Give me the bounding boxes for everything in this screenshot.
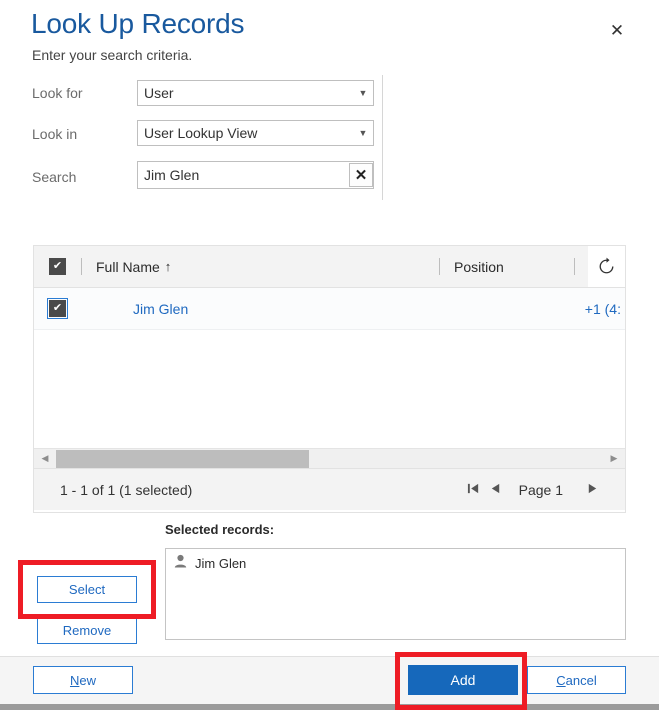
close-icon[interactable]: ✕ <box>605 18 629 42</box>
page-number-label: Page 1 <box>518 481 563 498</box>
select-all-checkbox[interactable]: ✔ <box>49 258 66 275</box>
window-bottom-strip <box>0 704 659 710</box>
new-button-accel: N <box>69 672 80 688</box>
column-header-position[interactable]: Position <box>439 258 574 275</box>
look-for-label: Look for <box>32 85 83 101</box>
page-title: Look Up Records <box>31 8 245 39</box>
chevron-down-icon: ▼ <box>358 87 368 98</box>
pagination-controls: Page 1 <box>463 482 603 498</box>
horizontal-scrollbar[interactable]: ◀ ▶ <box>34 448 625 468</box>
refresh-icon[interactable] <box>588 246 625 287</box>
remove-button[interactable]: Remove <box>37 617 137 644</box>
scroll-right-icon[interactable]: ▶ <box>603 454 625 463</box>
scrollbar-track[interactable] <box>56 449 603 469</box>
previous-page-icon[interactable] <box>485 482 507 497</box>
pagination-bar: 1 - 1 of 1 (1 selected) Page 1 <box>34 468 625 510</box>
select-all-cell: ✔ <box>34 258 81 275</box>
sort-ascending-icon: ↑ <box>164 259 172 274</box>
next-page-icon[interactable] <box>581 482 603 497</box>
chevron-down-icon: ▼ <box>358 127 368 138</box>
row-select-cell: ✔ <box>34 298 81 319</box>
column-header-full-name[interactable]: Full Name ↑ <box>81 258 439 275</box>
scrollbar-thumb[interactable] <box>56 449 309 468</box>
person-icon <box>174 554 187 573</box>
criteria-divider <box>382 75 383 200</box>
selected-record-name: Jim Glen <box>195 556 247 571</box>
new-button-label: ew <box>79 672 96 688</box>
selected-records-label: Selected records: <box>165 522 275 537</box>
results-grid: ✔ Full Name ↑ Position I <box>33 245 626 513</box>
add-button[interactable]: Add <box>408 665 518 695</box>
new-button[interactable]: New <box>33 666 133 694</box>
look-in-label: Look in <box>32 126 78 142</box>
clear-search-icon[interactable]: ✕ <box>349 163 373 187</box>
row-checkbox-focus: ✔ <box>47 298 68 319</box>
cancel-button-accel: C <box>556 672 566 688</box>
row-full-name-link[interactable]: Jim Glen <box>81 301 439 317</box>
search-input[interactable]: Jim Glen <box>138 167 349 183</box>
dialog-subtitle: Enter your search criteria. <box>32 47 193 63</box>
grid-empty-area <box>34 330 625 448</box>
search-label: Search <box>32 169 77 185</box>
search-field-wrap: Jim Glen ✕ <box>137 161 374 189</box>
grid-header-row: ✔ Full Name ↑ Position I <box>34 246 625 288</box>
row-checkbox[interactable]: ✔ <box>49 300 66 317</box>
table-row[interactable]: ✔ Jim Glen +1 (4: <box>34 288 625 330</box>
cancel-button[interactable]: Cancel <box>527 666 626 694</box>
selected-records-list[interactable]: Jim Glen <box>165 548 626 640</box>
column-header-label: Position <box>454 258 504 275</box>
cancel-button-label: ancel <box>565 672 597 688</box>
first-page-icon[interactable] <box>463 482 485 497</box>
look-in-value: User Lookup View <box>144 125 258 141</box>
look-for-value: User <box>144 85 174 101</box>
look-in-select[interactable]: User Lookup View ▼ <box>137 120 374 146</box>
look-for-select[interactable]: User ▼ <box>137 80 374 106</box>
scroll-left-icon[interactable]: ◀ <box>34 454 56 463</box>
column-header-label: Full Name <box>96 258 160 275</box>
lookup-records-dialog: Look Up Records Enter your search criter… <box>0 0 659 710</box>
record-count-text: 1 - 1 of 1 (1 selected) <box>60 481 193 498</box>
list-item[interactable]: Jim Glen <box>166 549 625 573</box>
select-button[interactable]: Select <box>37 576 137 603</box>
row-phone[interactable]: +1 (4: <box>574 301 625 317</box>
